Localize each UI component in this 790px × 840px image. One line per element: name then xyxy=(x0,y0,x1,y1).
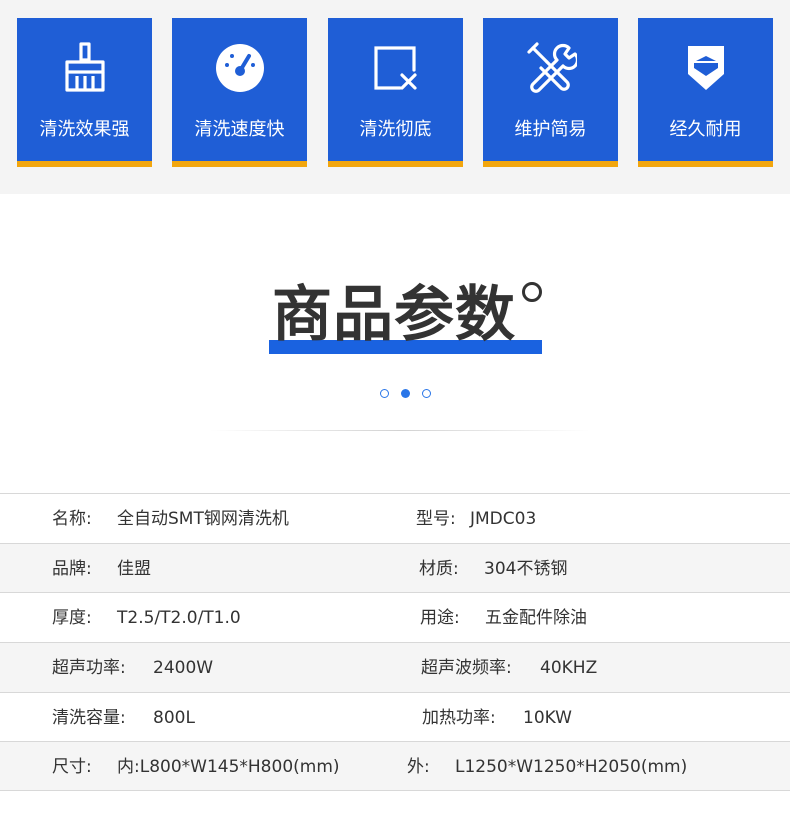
feature-label: 经久耐用 xyxy=(669,119,742,140)
feature-card-cleaning-power: 清洗效果强 xyxy=(17,18,152,167)
spec-key: 清洗容量: xyxy=(52,707,126,728)
spec-row: 尺寸: 内:L800*W145*H800(mm) 外: L1250*W1250*… xyxy=(0,741,790,792)
feature-label: 清洗效果强 xyxy=(39,119,130,140)
spec-key: 尺寸: xyxy=(52,757,92,778)
spec-value: 800L xyxy=(153,707,195,728)
feature-strip: 清洗效果强 清洗速度快 清洗彻底 维护简易 经久耐用 xyxy=(0,0,790,194)
tools-icon xyxy=(525,42,577,94)
spec-key: 材质: xyxy=(419,558,459,579)
pagination-dots xyxy=(379,388,435,400)
speedometer-icon xyxy=(214,42,266,94)
spec-value: 40KHZ xyxy=(540,658,598,679)
spec-key: 厚度: xyxy=(52,608,92,629)
feature-card-maintenance: 维护简易 xyxy=(483,18,618,167)
degree-ring xyxy=(522,282,542,302)
feature-card-cleaning-speed: 清洗速度快 xyxy=(172,18,307,167)
spec-value: JMDC03 xyxy=(470,509,537,529)
divider-line xyxy=(210,430,590,431)
spec-row: 清洗容量: 800L 加热功率: 10KW xyxy=(0,691,790,742)
feature-label: 清洗彻底 xyxy=(359,119,432,140)
spec-key: 名称: xyxy=(52,509,92,529)
spec-key: 外: xyxy=(407,757,430,778)
spec-row: 厚度: T2.5/T2.0/T1.0 用途: 五金配件除油 xyxy=(0,592,790,642)
feature-card-durable: 经久耐用 xyxy=(638,18,773,167)
feature-label: 清洗速度快 xyxy=(194,119,285,140)
feature-label: 维护简易 xyxy=(514,119,587,140)
spec-key: 用途: xyxy=(420,608,460,629)
dot-filled xyxy=(401,389,410,398)
section-title: 商品参数 xyxy=(272,280,516,350)
spec-value: 佳盟 xyxy=(117,558,151,579)
spec-value: 五金配件除油 xyxy=(485,608,587,629)
spec-value: 10KW xyxy=(523,707,572,728)
feature-card-thorough: 清洗彻底 xyxy=(328,18,463,167)
spec-key: 加热功率: xyxy=(422,707,496,728)
shield-icon xyxy=(680,42,732,94)
spec-key: 超声功率: xyxy=(52,658,126,679)
spec-value: 全自动SMT钢网清洗机 xyxy=(117,509,289,529)
spec-key: 型号: xyxy=(416,509,456,529)
spec-value: L1250*W1250*H2050(mm) xyxy=(455,757,688,778)
spec-row: 品牌: 佳盟 材质: 304不锈钢 xyxy=(0,542,790,593)
dot-outline xyxy=(380,389,389,398)
clear-box-icon xyxy=(370,42,422,94)
section-heading: 商品参数 xyxy=(0,194,790,494)
spec-table: 名称: 全自动SMT钢网清洗机 型号: JMDC03 品牌: 佳盟 材质: 30… xyxy=(0,493,790,792)
spec-key: 品牌: xyxy=(52,558,92,579)
spec-value: 2400W xyxy=(153,658,214,679)
spec-row: 超声功率: 2400W 超声波频率: 40KHZ xyxy=(0,642,790,692)
spec-key: 超声波频率: xyxy=(421,658,512,679)
broom-icon xyxy=(59,42,111,94)
dot-outline xyxy=(422,389,431,398)
spec-value: 304不锈钢 xyxy=(484,558,568,579)
spec-value: T2.5/T2.0/T1.0 xyxy=(117,608,241,629)
spec-value: 内:L800*W145*H800(mm) xyxy=(117,757,340,778)
spec-row: 名称: 全自动SMT钢网清洗机 型号: JMDC03 xyxy=(0,493,790,543)
